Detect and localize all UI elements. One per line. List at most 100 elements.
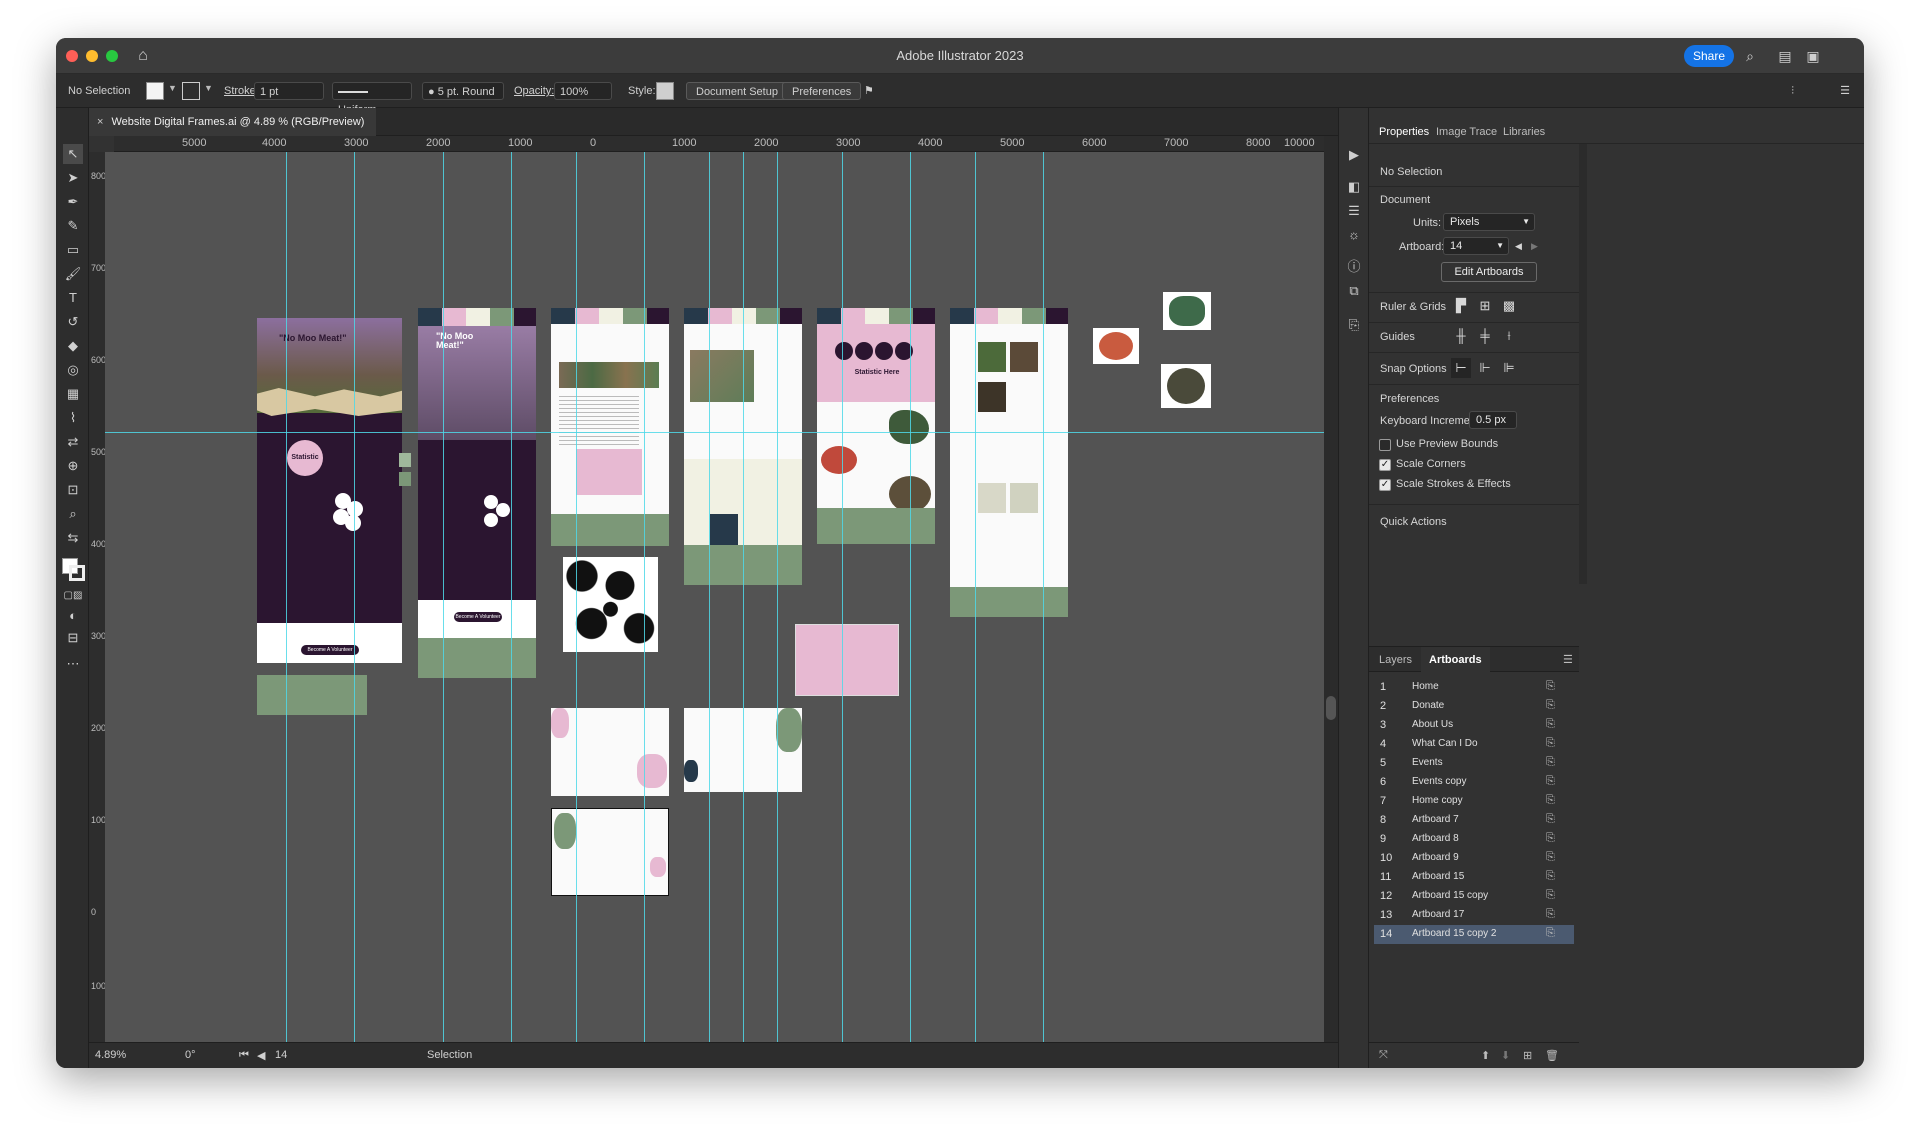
artboard-row[interactable]: 12 Artboard 15 copy ⎘ (1374, 887, 1574, 906)
export-icon[interactable]: ⎘ (1345, 316, 1363, 334)
artboard-events-copy[interactable] (950, 324, 1068, 477)
smart-guides-icon[interactable]: ⟊ (1499, 326, 1519, 346)
swap-fill-stroke-icon[interactable]: ⇆ (63, 528, 83, 548)
rearrange-artboards-icon[interactable]: ⤧ (1379, 1049, 1388, 1062)
search-icon[interactable]: ⌕ (1741, 47, 1759, 65)
next-artboard-icon[interactable]: ▶ (1531, 241, 1538, 252)
artboard-home-copy[interactable] (950, 467, 1068, 587)
move-up-icon[interactable]: ⬆ (1481, 1049, 1490, 1062)
use-preview-bounds-checkbox[interactable] (1379, 439, 1391, 451)
guide-line[interactable] (354, 152, 355, 1042)
guide-line[interactable] (743, 152, 744, 1042)
artboard-row[interactable]: 8 Artboard 7 ⎘ (1374, 811, 1574, 830)
scale-corners-checkbox[interactable]: ✓ (1379, 459, 1391, 471)
lock-guides-icon[interactable]: ╪ (1475, 326, 1495, 346)
scale-strokes-checkbox[interactable]: ✓ (1379, 479, 1391, 491)
tab-image-trace[interactable]: Image Trace (1436, 126, 1497, 138)
artboard-options-icon[interactable]: ⎘ (1546, 813, 1555, 826)
tab-properties[interactable]: Properties (1379, 126, 1429, 138)
chevron-down-icon[interactable]: ▼ (168, 83, 177, 93)
selection-tool-icon[interactable]: ↖ (63, 144, 83, 164)
keyboard-increment-field[interactable]: 0.5 px (1469, 411, 1517, 429)
artboard-options-icon[interactable]: ⎘ (1546, 927, 1555, 940)
artboard-15-copy-2[interactable] (551, 808, 669, 896)
artboard-8[interactable] (551, 708, 669, 796)
paintbrush-tool-icon[interactable]: 🖌 (63, 264, 83, 284)
arrange-icon[interactable]: ⚑ (864, 82, 874, 100)
guide-line[interactable] (443, 152, 444, 1042)
artboard-donate[interactable]: "No Moo Meat!" Become A Volunteer (418, 320, 536, 638)
horizontal-guide-line[interactable] (105, 432, 1324, 433)
artboard-row[interactable]: 9 Artboard 8 ⎘ (1374, 830, 1574, 849)
stroke-swatch[interactable] (182, 82, 200, 100)
curvature-tool-icon[interactable]: ✎ (63, 216, 83, 236)
artboard-options-icon[interactable]: ⎘ (1546, 908, 1555, 921)
tab-libraries[interactable]: Libraries (1503, 126, 1545, 138)
guide-line[interactable] (777, 152, 778, 1042)
guide-line[interactable] (910, 152, 911, 1042)
stroke-weight-field[interactable]: 1 pt (254, 82, 324, 100)
stroke-color-box[interactable] (69, 565, 85, 581)
artboard-options-icon[interactable]: ⎘ (1546, 794, 1555, 807)
screen-mode-icon[interactable]: ⊟ (63, 628, 83, 648)
artboard-row[interactable]: 3 About Us ⎘ (1374, 716, 1574, 735)
transparency-icon[interactable]: ◧ (1345, 178, 1363, 196)
workspace-switcher-icon[interactable]: ▤ (1776, 47, 1794, 65)
share-button[interactable]: Share (1684, 45, 1734, 67)
variable-width-profile[interactable]: Uniform (332, 82, 412, 116)
panel-menu-icon[interactable]: ☰ (1840, 82, 1850, 100)
artboard-row[interactable]: 5 Events ⎘ (1374, 754, 1574, 773)
fill-swatch[interactable] (146, 82, 164, 100)
artboard-options-icon[interactable]: ⎘ (1546, 680, 1555, 693)
first-artboard-icon[interactable]: ⏮ (239, 1049, 249, 1062)
document-setup-button[interactable]: Document Setup (686, 82, 788, 100)
direct-selection-tool-icon[interactable]: ➤ (63, 168, 83, 188)
draw-mode-icon[interactable]: ◐ (63, 606, 83, 626)
artboard-options-icon[interactable]: ⎘ (1546, 699, 1555, 712)
arrange-documents-icon[interactable]: ▣ (1804, 47, 1822, 65)
guide-line[interactable] (709, 152, 710, 1042)
artboard-options-icon[interactable]: ⎘ (1546, 737, 1555, 750)
symbol-sprayer-icon[interactable]: ⊕ (63, 456, 83, 476)
artboard-options-icon[interactable]: ⎘ (1546, 718, 1555, 731)
move-down-icon[interactable]: ⬇ (1501, 1049, 1510, 1062)
artboard-options-icon[interactable]: ⎘ (1546, 889, 1555, 902)
align-icon[interactable]: ⫶ (1791, 82, 1794, 100)
opacity-label[interactable]: Opacity: (514, 82, 554, 100)
previous-artboard-icon[interactable]: ◀ (1515, 241, 1522, 252)
snap-to-pixel-icon[interactable]: ⊩ (1475, 358, 1495, 378)
artboard-options-icon[interactable]: ⎘ (1546, 870, 1555, 883)
artboard-options-icon[interactable]: ⎘ (1546, 832, 1555, 845)
guide-line[interactable] (842, 152, 843, 1042)
artboard-row[interactable]: 10 Artboard 9 ⎘ (1374, 849, 1574, 868)
zoom-level[interactable]: 4.89% (95, 1049, 126, 1061)
more-tools-icon[interactable]: ⋯ (63, 654, 83, 674)
artboard-row-selected[interactable]: 14 Artboard 15 copy 2 ⎘ (1374, 925, 1574, 944)
vertical-ruler[interactable]: 8000 7000 6000 5000 4000 3000 2000 1000 … (89, 152, 111, 1042)
play-icon[interactable]: ▶ (1345, 146, 1363, 164)
stroke-icon[interactable]: ☰ (1345, 202, 1363, 220)
guide-line[interactable] (975, 152, 976, 1042)
guide-line[interactable] (1043, 152, 1044, 1042)
snap-to-point-icon[interactable]: ⊢ (1451, 358, 1471, 378)
graphic-style-swatch[interactable] (656, 82, 674, 100)
artboard-row[interactable]: 1 Home ⎘ (1374, 678, 1574, 697)
artboard-tool-icon[interactable]: ⊡ (63, 480, 83, 500)
opacity-field[interactable]: 100% (554, 82, 612, 100)
delete-artboard-icon[interactable]: 🗑 (1545, 1049, 1559, 1062)
rectangle-tool-icon[interactable]: ▭ (63, 240, 83, 260)
panel-scrollbar[interactable] (1579, 144, 1587, 584)
artboard-options-icon[interactable]: ⎘ (1546, 756, 1555, 769)
type-tool-icon[interactable]: T (63, 288, 83, 308)
units-select[interactable]: Pixels ▼ (1443, 213, 1535, 231)
shape-builder-icon[interactable]: ◎ (63, 360, 83, 380)
rulers-icon[interactable]: ▛ (1451, 296, 1471, 316)
artboard-options-icon[interactable]: ⎘ (1546, 775, 1555, 788)
tab-artboards[interactable]: Artboards (1421, 647, 1490, 672)
close-tab-icon[interactable]: × (97, 116, 103, 128)
color-mode-icon[interactable]: ▢▨ (63, 586, 83, 606)
scroll-thumb[interactable] (1326, 696, 1336, 720)
chevron-down-icon[interactable]: ▼ (204, 83, 213, 93)
artboard-row[interactable]: 11 Artboard 15 ⎘ (1374, 868, 1574, 887)
new-artboard-icon[interactable]: ⊞ (1523, 1049, 1532, 1062)
